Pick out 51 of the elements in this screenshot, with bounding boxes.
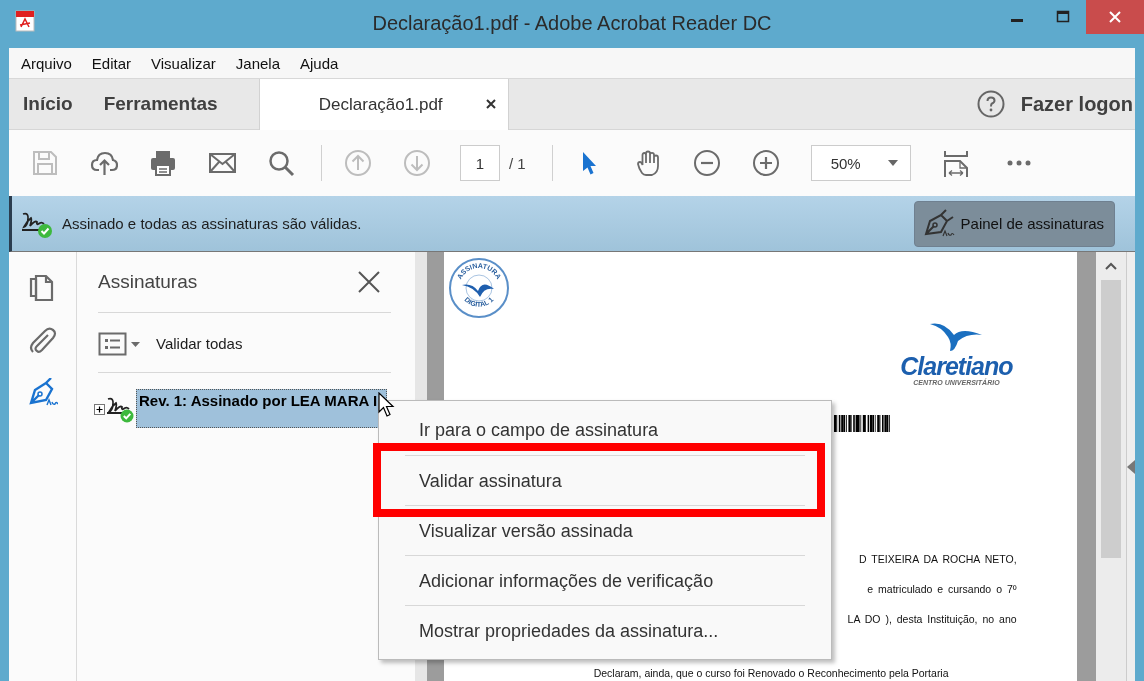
caret-icon bbox=[887, 160, 898, 166]
menu-item[interactable]: Validar assinatura bbox=[419, 469, 562, 492]
close-icon[interactable] bbox=[485, 99, 496, 109]
barcode-drawing bbox=[833, 415, 893, 432]
zoom-dropdown[interactable]: 50% bbox=[810, 145, 911, 181]
menu-item[interactable]: Visualizar bbox=[151, 54, 216, 72]
scroll-up-icon[interactable] bbox=[1105, 262, 1118, 270]
cloud-upload-icon[interactable] bbox=[90, 149, 118, 177]
menu-item[interactable]: Ir para o campo de assinatura bbox=[419, 419, 659, 441]
maximize-icon[interactable] bbox=[1056, 10, 1070, 24]
document-tab[interactable]: Declaração1.pdf bbox=[258, 79, 509, 130]
expand-icon[interactable] bbox=[94, 404, 105, 415]
document-text: LA DO ), desta Instituição, no ano bbox=[847, 612, 1017, 627]
tab[interactable]: Ferramentas bbox=[89, 79, 235, 129]
page-count: / 1 bbox=[509, 154, 526, 172]
logo-name: Claretiano bbox=[900, 353, 1013, 379]
menu-item[interactable]: Janela bbox=[235, 54, 280, 72]
close-icon bbox=[1108, 10, 1122, 24]
menu-item[interactable]: Mostrar propriedades da assinatura... bbox=[419, 619, 719, 642]
paperclip-icon[interactable] bbox=[27, 326, 58, 356]
menu-item[interactable]: Visualizar versão assinada bbox=[419, 519, 633, 542]
pdf-file-icon bbox=[15, 10, 35, 32]
menu-item[interactable]: Editar bbox=[91, 54, 132, 72]
status-message: Assinado e todas as assinaturas são válidas. bbox=[62, 215, 362, 232]
close-button[interactable] bbox=[1086, 0, 1144, 34]
help-icon[interactable] bbox=[976, 90, 1005, 118]
document-text: D TEIXEIRA DA ROCHA NETO, bbox=[859, 552, 1017, 567]
tab[interactable]: Início bbox=[9, 79, 90, 129]
signature-item[interactable]: Rev. 1: Assinado por LEA MARA I bbox=[136, 389, 387, 428]
validate-all-button[interactable]: Validar todas bbox=[156, 335, 243, 352]
window-title: Declaração1.pdf - Adobe Acrobat Reader DC bbox=[371, 12, 773, 35]
pen-icon[interactable] bbox=[27, 378, 58, 408]
collapse-arrow-icon[interactable] bbox=[1127, 459, 1135, 474]
close-icon[interactable] bbox=[357, 270, 381, 294]
panel-title: Assinaturas bbox=[98, 271, 198, 293]
printer-icon[interactable] bbox=[149, 149, 177, 177]
menu-item[interactable]: Ajuda bbox=[300, 54, 339, 72]
sign-in-link[interactable]: Fazer logon bbox=[1020, 92, 1133, 116]
signature-panel-button[interactable]: Painel de assinaturas bbox=[913, 200, 1115, 247]
page-number-field[interactable]: 1 bbox=[460, 145, 500, 181]
zoom-in-icon[interactable] bbox=[751, 149, 780, 177]
fit-page-icon[interactable] bbox=[941, 149, 970, 177]
document-text: Declaram, ainda, que o curso foi Renovado o Reconhecimento pela Portaria bbox=[593, 667, 950, 679]
menu-item[interactable]: Arquivo bbox=[21, 54, 72, 72]
options-list-icon[interactable] bbox=[98, 330, 142, 357]
scrollbar-thumb[interactable] bbox=[1101, 280, 1122, 558]
menu-item[interactable]: Adicionar informações de verificação bbox=[419, 569, 714, 592]
document-text: e matriculado e cursando o 7º bbox=[867, 582, 1017, 597]
scrollbar[interactable] bbox=[1096, 252, 1127, 681]
zoom-out-icon[interactable] bbox=[692, 149, 721, 177]
search-icon[interactable] bbox=[267, 149, 295, 177]
